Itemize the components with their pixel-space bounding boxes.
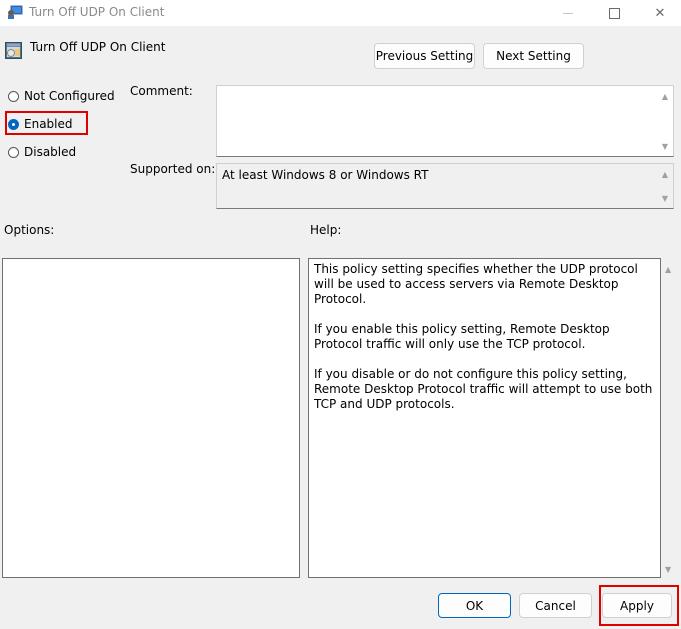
help-paragraph: This policy setting specifies whether th… <box>314 262 638 306</box>
supported-value: At least Windows 8 or Windows RT <box>222 168 429 182</box>
policy-icon <box>5 42 22 59</box>
scroll-up-icon[interactable]: ▲ <box>662 171 668 179</box>
scroll-up-icon[interactable]: ▲ <box>662 93 668 101</box>
close-icon: ✕ <box>654 5 666 21</box>
radio-enabled[interactable]: Enabled <box>8 117 73 131</box>
supported-label: Supported on: <box>130 162 216 176</box>
maximize-icon <box>608 7 620 19</box>
help-panel: This policy setting specifies whether th… <box>308 258 661 578</box>
apply-button[interactable]: Apply <box>602 593 672 618</box>
window-title: Turn Off UDP On Client <box>29 5 165 19</box>
help-paragraph: If you enable this policy setting, Remot… <box>314 322 610 351</box>
help-label: Help: <box>310 223 342 237</box>
radio-label: Enabled <box>24 117 73 131</box>
help-scrollbar[interactable]: ▲ ▼ <box>662 258 676 578</box>
scroll-down-icon[interactable]: ▼ <box>662 143 668 151</box>
policy-title: Turn Off UDP On Client <box>30 40 166 54</box>
scroll-down-icon[interactable]: ▼ <box>662 195 668 203</box>
radio-circle-checked <box>8 118 19 130</box>
comment-textarea[interactable]: ▲ ▼ <box>216 85 674 157</box>
radio-label: Not Configured <box>24 89 115 103</box>
radio-disabled[interactable]: Disabled <box>8 145 76 159</box>
ok-button[interactable]: OK <box>438 593 511 618</box>
radio-label: Disabled <box>24 145 77 159</box>
maximize-button[interactable] <box>591 0 637 26</box>
supported-box: At least Windows 8 or Windows RT ▲ ▼ <box>216 163 674 209</box>
close-button[interactable]: ✕ <box>637 0 681 26</box>
title-bar: Turn Off UDP On Client ✕ <box>0 0 681 26</box>
options-label: Options: <box>4 223 55 237</box>
radio-circle <box>8 146 19 158</box>
comment-label: Comment: <box>130 84 193 98</box>
radio-not-configured[interactable]: Not Configured <box>8 89 115 103</box>
app-icon <box>7 5 23 19</box>
radio-circle <box>8 90 19 102</box>
scroll-up-icon[interactable]: ▲ <box>665 266 671 274</box>
next-setting-button[interactable]: Next Setting <box>483 43 584 69</box>
minimize-icon <box>563 12 573 14</box>
previous-setting-button[interactable]: Previous Setting <box>374 43 475 69</box>
scroll-down-icon[interactable]: ▼ <box>665 566 671 574</box>
minimize-button[interactable] <box>545 0 591 26</box>
help-paragraph: If you disable or do not configure this … <box>314 367 653 411</box>
options-panel <box>2 258 300 578</box>
cancel-button[interactable]: Cancel <box>519 593 592 618</box>
